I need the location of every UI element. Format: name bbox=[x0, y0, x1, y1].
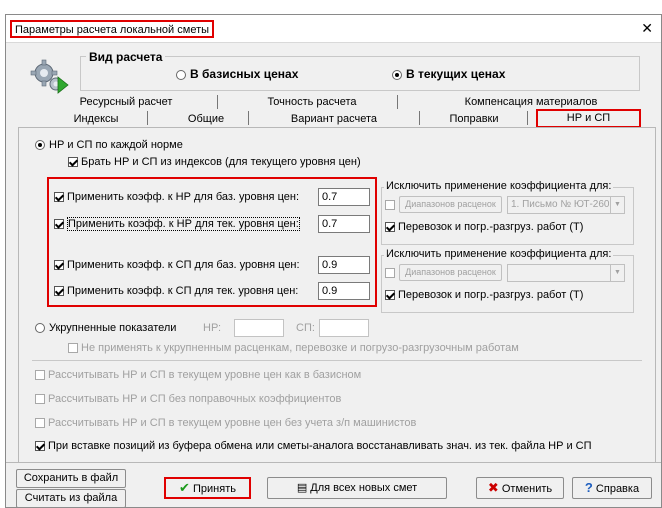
help-icon: ? bbox=[584, 480, 593, 495]
checkbox-nr-current-icon[interactable] bbox=[54, 219, 64, 230]
checkbox-without-machinists[interactable]: Рассчитывать НР и СП в текущем уровне це… bbox=[35, 417, 416, 429]
tab-separator bbox=[217, 95, 218, 109]
calc-type-label: Вид расчета bbox=[86, 50, 166, 64]
tab-resource-calc[interactable]: Ресурсный расчет bbox=[66, 96, 186, 108]
ranges-combo-sp[interactable]: ▼ bbox=[507, 264, 625, 282]
tab-separator bbox=[419, 111, 420, 125]
close-icon[interactable]: ✕ bbox=[641, 20, 653, 37]
tab-precision[interactable]: Точность расчета bbox=[252, 96, 372, 108]
checkbox-exclude-ranges-nr-icon[interactable] bbox=[385, 200, 395, 211]
chevron-down-icon[interactable]: ▼ bbox=[610, 197, 624, 213]
tab-hr-sp[interactable]: НР и СП bbox=[536, 109, 641, 128]
ranges-button-sp[interactable]: Диапазонов расценок bbox=[399, 264, 502, 281]
checkbox-nr-base[interactable]: Применить коэфф. к НР для баз. уровня це… bbox=[54, 191, 299, 203]
nr-current-coeff-input[interactable]: 0.7 bbox=[318, 215, 370, 233]
hr-label: НР: bbox=[203, 322, 222, 334]
sp-current-coeff-input[interactable]: 0.9 bbox=[318, 282, 370, 300]
checkbox-exclude-ranges-sp-icon[interactable] bbox=[385, 268, 395, 279]
checkbox-exclude-transport-nr[interactable]: Перевозок и погр.-разгруз. работ (Т) bbox=[385, 221, 583, 233]
checkbox-restore-on-paste[interactable]: При вставке позиций из буфера обмена или… bbox=[35, 440, 592, 452]
checkbox-from-indexes[interactable]: Брать НР и СП из индексов (для текущего … bbox=[68, 156, 361, 168]
tab-calc-variant[interactable]: Вариант расчета bbox=[274, 113, 394, 125]
checkbox-exclude-transport-sp[interactable]: Перевозок и погр.-разгруз. работ (Т) bbox=[385, 289, 583, 301]
checkbox-exclude-transport-sp-icon[interactable] bbox=[385, 290, 395, 301]
exclude-group-sp-title: Исключить применение коэффициента для: bbox=[384, 248, 614, 260]
load-from-file-button[interactable]: Считать из файла bbox=[16, 489, 126, 508]
footer-divider bbox=[6, 462, 661, 463]
calc-type-icon bbox=[30, 59, 70, 95]
checkbox-restore-on-paste-icon[interactable] bbox=[35, 441, 45, 452]
checkbox-current-as-base[interactable]: Рассчитывать НР и СП в текущем уровне це… bbox=[35, 369, 361, 381]
checkbox-sp-base-icon[interactable] bbox=[54, 260, 64, 271]
checkbox-exclude-transport-nr-icon[interactable] bbox=[385, 222, 395, 233]
checkbox-from-indexes-icon[interactable] bbox=[68, 157, 78, 168]
checkbox-without-machinists-icon[interactable] bbox=[35, 418, 45, 429]
tab-general[interactable]: Общие bbox=[171, 113, 241, 125]
cancel-x-icon: ✖ bbox=[487, 480, 499, 495]
tab-separator bbox=[397, 95, 398, 109]
checkbox-not-apply-aggregated-icon[interactable] bbox=[68, 343, 78, 354]
radio-current-prices[interactable]: В текущих ценах bbox=[392, 67, 505, 81]
checkbox-without-corrections-icon[interactable] bbox=[35, 394, 45, 405]
checkbox-not-apply-aggregated[interactable]: Не применять к укрупненным расценкам, пе… bbox=[68, 342, 519, 354]
ranges-button-nr[interactable]: Диапазонов расценок bbox=[399, 196, 502, 213]
tab-separator bbox=[527, 111, 528, 125]
radio-base-icon[interactable] bbox=[176, 69, 186, 80]
checkbox-without-corrections[interactable]: Рассчитывать НР и СП без поправочных коэ… bbox=[35, 393, 341, 405]
sp-base-coeff-input[interactable]: 0.9 bbox=[318, 256, 370, 274]
tab-separator bbox=[147, 111, 148, 125]
radio-per-norm[interactable]: НР и СП по каждой норме bbox=[35, 139, 183, 151]
tab-material-compensation[interactable]: Компенсация материалов bbox=[446, 96, 616, 108]
window-title: Параметры расчета локальной сметы bbox=[10, 20, 215, 38]
tab-separator bbox=[248, 111, 249, 125]
exclude-group-nr-title: Исключить применение коэффициента для: bbox=[384, 180, 614, 192]
tab-indexes[interactable]: Индексы bbox=[51, 113, 141, 125]
accept-button[interactable]: ✔ Принять bbox=[164, 477, 251, 499]
checkmark-icon: ✔ bbox=[179, 480, 190, 495]
radio-per-norm-icon[interactable] bbox=[35, 140, 45, 151]
for-all-new-estimates-button[interactable]: ▤ Для всех новых смет bbox=[267, 477, 447, 499]
save-to-file-button[interactable]: Сохранить в файл bbox=[16, 469, 126, 488]
checkbox-sp-current[interactable]: Применить коэфф. к СП для тек. уровня це… bbox=[54, 285, 298, 297]
checkbox-sp-base[interactable]: Применить коэфф. к СП для баз. уровня це… bbox=[54, 259, 300, 271]
settings-dialog: Параметры расчета локальной сметы ✕ Вид … bbox=[5, 14, 662, 508]
tab-corrections[interactable]: Поправки bbox=[434, 113, 514, 125]
radio-aggregated[interactable]: Укрупненные показатели bbox=[35, 322, 176, 334]
checkbox-nr-current[interactable]: Применить коэфф. к НР для тек. уровня це… bbox=[54, 217, 300, 231]
checkbox-exclude-ranges-sp[interactable] bbox=[385, 267, 398, 279]
sp-label: СП: bbox=[296, 322, 315, 334]
chevron-down-icon[interactable]: ▼ bbox=[610, 265, 624, 281]
title-bar: Параметры расчета локальной сметы ✕ bbox=[6, 15, 661, 43]
checkbox-sp-current-icon[interactable] bbox=[54, 286, 64, 297]
aggregated-sp-input[interactable] bbox=[319, 319, 369, 337]
copy-icon: ▤ bbox=[296, 482, 308, 494]
divider bbox=[32, 360, 642, 361]
radio-aggregated-icon[interactable] bbox=[35, 323, 45, 334]
radio-current-icon[interactable] bbox=[392, 69, 402, 80]
checkbox-exclude-ranges-nr[interactable] bbox=[385, 199, 398, 211]
ranges-combo-nr[interactable]: 1. Письмо № ЮТ-260 ▼ bbox=[507, 196, 625, 214]
aggregated-hr-input[interactable] bbox=[234, 319, 284, 337]
radio-base-prices[interactable]: В базисных ценах bbox=[176, 67, 298, 81]
nr-base-coeff-input[interactable]: 0.7 bbox=[318, 188, 370, 206]
checkbox-current-as-base-icon[interactable] bbox=[35, 370, 45, 381]
help-button[interactable]: ? Справка bbox=[572, 477, 652, 499]
checkbox-nr-base-icon[interactable] bbox=[54, 192, 64, 203]
cancel-button[interactable]: ✖ Отменить bbox=[476, 477, 564, 499]
